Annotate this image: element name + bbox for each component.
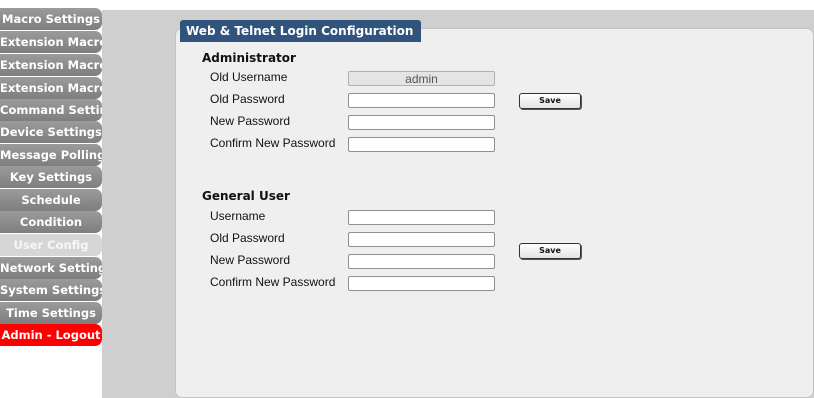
sidebar-item-extension-macro-3[interactable]: Extension Macro 3 <box>0 77 102 99</box>
general-old-password-field[interactable] <box>348 232 495 247</box>
sidebar-item-extension-macro-2[interactable]: Extension Macro 2 <box>0 54 102 76</box>
sidebar-item-extension-macro-1[interactable]: Extension Macro 1 <box>0 31 102 53</box>
admin-save-button[interactable]: Save <box>519 93 581 109</box>
general-new-password-label: New Password <box>210 253 291 267</box>
sidebar: Macro Settings Extension Macro 1 Extensi… <box>0 0 102 398</box>
sidebar-item-admin-logout[interactable]: Admin - Logout <box>0 324 102 346</box>
admin-old-username-field <box>348 71 495 86</box>
general-confirm-password-label: Confirm New Password <box>210 275 336 289</box>
admin-new-password-field[interactable] <box>348 115 495 130</box>
sidebar-item-user-config[interactable]: User Config <box>0 234 102 256</box>
admin-confirm-password-label: Confirm New Password <box>210 136 336 150</box>
admin-old-password-field[interactable] <box>348 93 495 108</box>
sidebar-item-network-settings[interactable]: Network Settings <box>0 257 102 279</box>
general-confirm-password-field[interactable] <box>348 276 495 291</box>
panel-title: Web & Telnet Login Configuration <box>180 20 422 42</box>
sidebar-item-device-settings[interactable]: Device Settings <box>0 121 102 143</box>
sidebar-item-message-polling[interactable]: Message Polling <box>0 144 102 166</box>
sidebar-item-key-settings[interactable]: Key Settings <box>0 166 102 188</box>
sidebar-item-time-settings[interactable]: Time Settings <box>0 302 102 324</box>
general-section-title: General User <box>202 189 290 203</box>
admin-section-title: Administrator <box>202 51 296 65</box>
general-new-password-field[interactable] <box>348 254 495 269</box>
sidebar-item-schedule[interactable]: Schedule <box>0 189 102 211</box>
admin-old-username-label: Old Username <box>210 70 288 84</box>
general-old-password-label: Old Password <box>210 231 285 245</box>
admin-confirm-password-field[interactable] <box>348 137 495 152</box>
admin-old-password-label: Old Password <box>210 92 285 106</box>
sidebar-item-condition[interactable]: Condition <box>0 211 102 233</box>
admin-new-password-label: New Password <box>210 114 291 128</box>
general-save-button[interactable]: Save <box>519 243 581 259</box>
general-username-field[interactable] <box>348 210 495 225</box>
sidebar-item-macro-settings[interactable]: Macro Settings <box>0 8 102 30</box>
sidebar-item-system-settings[interactable]: System Settings <box>0 279 102 301</box>
general-username-label: Username <box>210 209 266 223</box>
sidebar-item-command-settings[interactable]: Command Settings <box>0 99 102 121</box>
